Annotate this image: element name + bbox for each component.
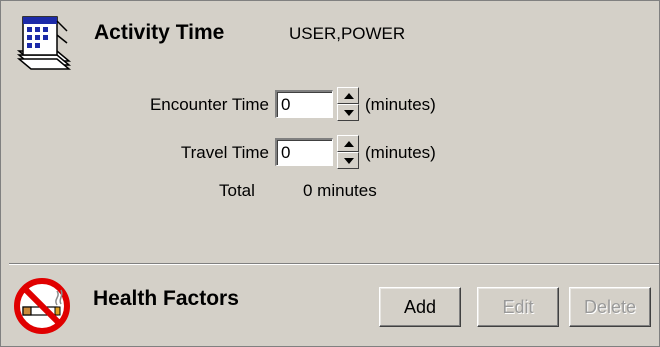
activity-time-panel: Activity Time USER,POWER Encounter Time … — [9, 7, 659, 261]
encounter-time-input[interactable] — [275, 90, 333, 118]
encounter-time-units: (minutes) — [365, 95, 436, 114]
travel-time-units: (minutes) — [365, 143, 436, 162]
add-button[interactable]: Add — [379, 287, 461, 327]
health-factors-panel: Health Factors Add Edit Delete — [9, 273, 659, 345]
encounter-time-spinner[interactable] — [337, 87, 359, 121]
total-value: 0 minutes — [303, 181, 377, 200]
delete-button[interactable]: Delete — [569, 287, 651, 327]
travel-time-label: Travel Time — [180, 143, 269, 162]
travel-time-spinner[interactable] — [337, 135, 359, 169]
travel-time-decrement-button[interactable] — [337, 152, 359, 169]
activity-health-dialog: Activity Time USER,POWER Encounter Time … — [0, 0, 660, 347]
arrow-down-icon — [344, 158, 354, 164]
arrow-up-icon — [344, 141, 354, 147]
activity-time-title: Activity Time — [94, 21, 225, 44]
total-label: Total — [219, 181, 255, 200]
user-name: USER,POWER — [289, 24, 406, 43]
arrow-down-icon — [344, 110, 354, 116]
section-divider — [9, 263, 659, 265]
travel-time-input[interactable] — [275, 138, 333, 166]
no-smoking-icon — [14, 278, 70, 334]
encounter-time-label: Encounter Time — [149, 95, 269, 114]
encounter-time-increment-button[interactable] — [337, 87, 359, 104]
encounter-time-decrement-button[interactable] — [337, 104, 359, 121]
health-factors-title: Health Factors — [93, 287, 239, 310]
edit-button[interactable]: Edit — [477, 287, 559, 327]
travel-time-increment-button[interactable] — [337, 135, 359, 152]
arrow-up-icon — [344, 93, 354, 99]
calendar-book-icon — [16, 16, 72, 70]
